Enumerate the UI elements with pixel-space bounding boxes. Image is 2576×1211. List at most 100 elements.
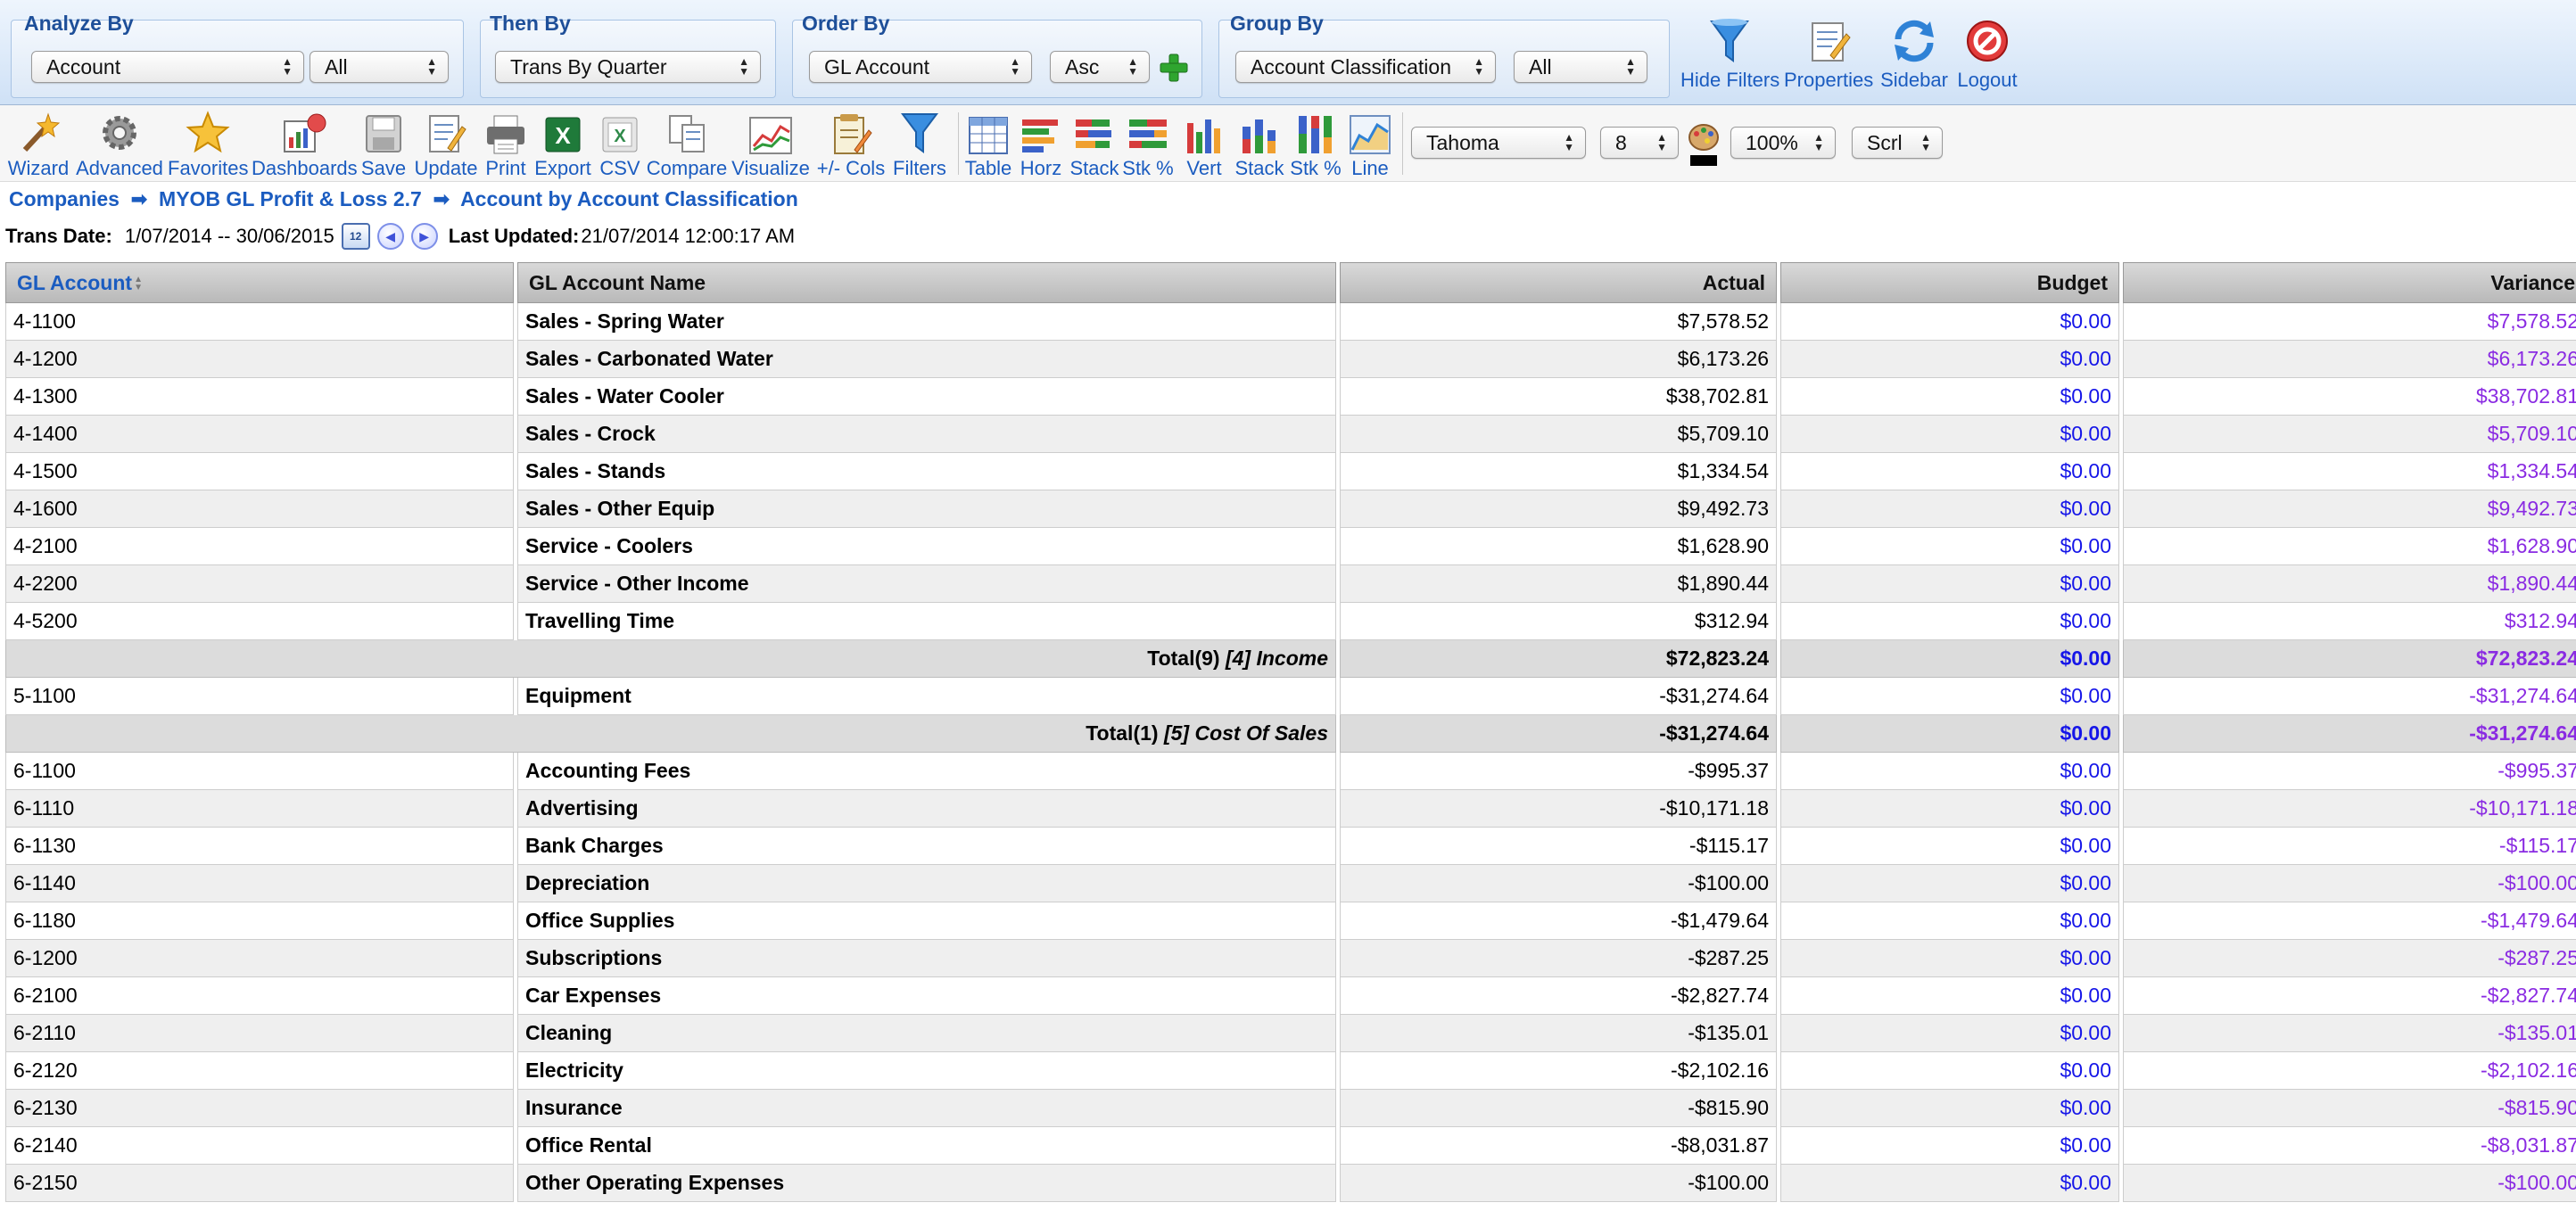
table-row[interactable]: 4-1600 Sales - Other Equip $9,492.73 $0.00 $…: [5, 490, 2576, 528]
color-palette-icon[interactable]: [1688, 121, 1720, 169]
trans-date-label: Trans Date:: [5, 225, 112, 247]
actual-cell: -$100.00: [1340, 1165, 1777, 1202]
column-header-gl-account-name[interactable]: GL Account Name: [517, 262, 1336, 303]
visualize-button[interactable]: Visualize: [730, 109, 812, 180]
stack-percent-vertical-button[interactable]: Stk %: [1288, 109, 1343, 180]
font-size-select[interactable]: 8 ▲ ▼: [1600, 127, 1679, 159]
order-by-field-select[interactable]: GL Account ▲ ▼: [809, 51, 1032, 83]
dashboards-button[interactable]: Dashboards: [252, 109, 358, 180]
advanced-button[interactable]: Advanced: [75, 109, 164, 180]
favorites-button[interactable]: Favorites: [168, 109, 248, 180]
scroll-mode-value: Scrl: [1867, 131, 1903, 154]
compare-button[interactable]: Compare: [646, 109, 728, 180]
column-header-variance[interactable]: Variance: [2123, 262, 2576, 303]
select-arrows-icon: ▲ ▼: [282, 55, 293, 78]
group-by-value: All: [1529, 55, 1552, 78]
column-header-budget[interactable]: Budget: [1780, 262, 2119, 303]
table-view-button[interactable]: Table: [963, 109, 1013, 180]
budget-cell: $0.00: [1780, 678, 2119, 715]
breadcrumb: Companies ➡ MYOB GL Profit & Loss 2.7 ➡ …: [9, 187, 798, 211]
table-row[interactable]: 6-1200 Subscriptions -$287.25 $0.00 -$287.25: [5, 940, 2576, 977]
table-row[interactable]: 6-2110 Cleaning -$135.01 $0.00 -$135.01: [5, 1015, 2576, 1052]
line-chart-button[interactable]: Line: [1345, 109, 1395, 180]
add-order-plus-icon[interactable]: [1159, 53, 1189, 83]
stack-vertical-button[interactable]: Stack: [1233, 109, 1286, 180]
table-row[interactable]: 5-1100 Equipment -$31,274.64 $0.00 -$31,274.…: [5, 678, 2576, 715]
then-by-field-select[interactable]: Trans By Quarter ▲ ▼: [495, 51, 761, 83]
table-row[interactable]: 4-2100 Service - Coolers $1,628.90 $0.00 $1,…: [5, 528, 2576, 565]
csv-icon: X: [602, 117, 638, 152]
zoom-select[interactable]: 100% ▲ ▼: [1730, 127, 1836, 159]
budget-cell: $0.00: [1780, 490, 2119, 528]
breadcrumb-current-view[interactable]: Account by Account Classification: [460, 187, 798, 210]
table-row[interactable]: 6-1180 Office Supplies -$1,479.64 $0.00 -$1,…: [5, 902, 2576, 940]
table-row[interactable]: 4-1100 Sales - Spring Water $7,578.52 $0.00…: [5, 303, 2576, 341]
variance-cell: $7,578.52: [2123, 303, 2576, 341]
filter-bar: Analyze By Account ▲ ▼ All ▲ ▼ Then By Tra…: [0, 0, 2576, 105]
group-by-field-select[interactable]: Account Classification ▲ ▼: [1235, 51, 1496, 83]
properties-button[interactable]: Properties: [1784, 16, 1873, 92]
column-header-gl-account[interactable]: GL Account ▲ ▼: [5, 262, 514, 303]
next-period-icon[interactable]: ▶: [410, 223, 438, 250]
analyze-by-value-select[interactable]: All ▲ ▼: [310, 51, 449, 83]
logout-button[interactable]: Logout: [1953, 16, 2021, 92]
analyze-by-field-select[interactable]: Account ▲ ▼: [31, 51, 304, 83]
group-by-group: Group By Account Classification ▲ ▼ All ▲…: [1218, 12, 1670, 98]
variance-cell: $1,334.54: [2123, 453, 2576, 490]
table-row[interactable]: 4-2200 Service - Other Income $1,890.44 $0.…: [5, 565, 2576, 603]
variance-cell: -$100.00: [2123, 1165, 2576, 1202]
advanced-label: Advanced: [76, 157, 163, 179]
save-button[interactable]: Save: [359, 109, 409, 180]
budget-cell: $0.00: [1780, 1052, 2119, 1090]
horizontal-bar-button[interactable]: Horz: [1015, 109, 1067, 180]
update-button[interactable]: Update: [412, 109, 480, 180]
table-row[interactable]: 6-2150 Other Operating Expenses -$100.00 $0…: [5, 1165, 2576, 1202]
order-direction-value: Asc: [1065, 55, 1100, 78]
budget-cell: $0.00: [1780, 790, 2119, 828]
breadcrumb-report-link[interactable]: MYOB GL Profit & Loss 2.7: [159, 187, 422, 210]
group-by-value-select[interactable]: All ▲ ▼: [1514, 51, 1647, 83]
table-row[interactable]: 4-1500 Sales - Stands $1,334.54 $0.00 $1,334…: [5, 453, 2576, 490]
previous-period-icon[interactable]: ◀: [376, 223, 404, 250]
sidebar-button[interactable]: Sidebar: [1878, 16, 1950, 92]
breadcrumb-companies-link[interactable]: Companies: [9, 187, 120, 210]
table-row[interactable]: 6-2100 Car Expenses -$2,827.74 $0.00 -$2,827…: [5, 977, 2576, 1015]
export-button[interactable]: X Export: [532, 109, 594, 180]
filters-button[interactable]: Filters: [890, 109, 949, 180]
table-row[interactable]: 4-1300 Sales - Water Cooler $38,702.81 $0.0…: [5, 378, 2576, 416]
calendar-icon[interactable]: 12: [341, 223, 370, 250]
table-row[interactable]: 6-2120 Electricity -$2,102.16 $0.00 -$2,102.…: [5, 1052, 2576, 1090]
logout-icon: [1967, 21, 2008, 62]
add-remove-columns-button[interactable]: +/- Cols: [813, 109, 888, 180]
table-row[interactable]: 4-1200 Sales - Carbonated Water $6,173.26 $…: [5, 341, 2576, 378]
stack-horizontal-button[interactable]: Stack: [1069, 109, 1120, 180]
print-button[interactable]: Print: [480, 109, 532, 180]
table-row[interactable]: 6-1100 Accounting Fees -$995.37 $0.00 -$995.…: [5, 753, 2576, 790]
scroll-mode-select[interactable]: Scrl ▲ ▼: [1852, 127, 1943, 159]
table-row[interactable]: 6-1140 Depreciation -$100.00 $0.00 -$100.00: [5, 865, 2576, 902]
stacked-horizontal-icon: [1076, 119, 1111, 148]
column-header-actual[interactable]: Actual: [1340, 262, 1777, 303]
sort-indicator-icon: ▲ ▼: [134, 275, 143, 293]
order-direction-select[interactable]: Asc ▲ ▼: [1050, 51, 1150, 83]
table-row[interactable]: 6-2140 Office Rental -$8,031.87 $0.00 -$8,03…: [5, 1127, 2576, 1165]
font-select[interactable]: Tahoma ▲ ▼: [1411, 127, 1586, 159]
hide-filters-button[interactable]: Hide Filters: [1680, 16, 1779, 92]
gl-account-name-cell: Office Rental: [517, 1127, 1336, 1165]
table-row[interactable]: 6-1130 Bank Charges -$115.17 $0.00 -$115.17: [5, 828, 2576, 865]
variance-cell: -$115.17: [2123, 828, 2576, 865]
table-row[interactable]: 4-5200 Travelling Time $312.94 $0.00 $312.94: [5, 603, 2576, 640]
table-row[interactable]: 4-1400 Sales - Crock $5,709.10 $0.00 $5,709.…: [5, 416, 2576, 453]
variance-cell: -$10,171.18: [2123, 790, 2576, 828]
vertical-bar-button[interactable]: Vert: [1177, 109, 1231, 180]
gl-account-name-cell: Sales - Stands: [517, 453, 1336, 490]
table-row[interactable]: 6-2130 Insurance -$815.90 $0.00 -$815.90: [5, 1090, 2576, 1127]
gl-account-cell: 4-1100: [5, 303, 514, 341]
favorites-label: Favorites: [168, 157, 249, 179]
report-app: Analyze By Account ▲ ▼ All ▲ ▼ Then By Tra…: [0, 0, 2576, 1211]
table-row[interactable]: 6-1110 Advertising -$10,171.18 $0.00 -$10,17…: [5, 790, 2576, 828]
stack-percent-horizontal-button[interactable]: Stk %: [1122, 109, 1174, 180]
csv-button[interactable]: X CSV: [596, 109, 644, 180]
refresh-sidebar-icon: [1895, 20, 1934, 62]
wizard-button[interactable]: Wizard: [7, 109, 70, 180]
